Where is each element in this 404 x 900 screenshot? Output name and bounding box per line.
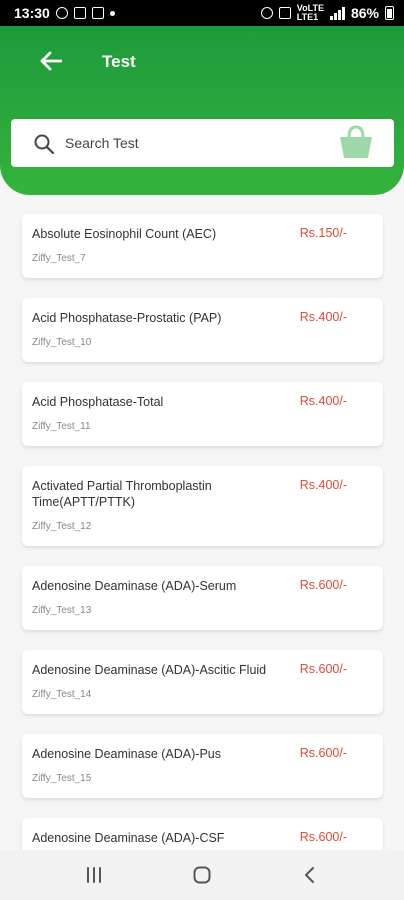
search-bar <box>11 119 394 167</box>
list-item[interactable]: Adenosine Deaminase (ADA)-Ascitic Fluid … <box>22 650 383 714</box>
recent-apps-button[interactable] <box>74 855 114 895</box>
shopping-basket-icon[interactable] <box>336 122 376 162</box>
list-item[interactable]: Acid Phosphatase-Prostatic (PAP) Ziffy_T… <box>22 298 383 362</box>
network-type: VoLTE LTE1 <box>297 4 324 22</box>
test-price: Rs.600/- <box>299 662 347 676</box>
back-chevron-icon <box>305 867 314 883</box>
alarm-icon <box>260 7 273 19</box>
test-name: Activated Partial Thromboplastin Time(AP… <box>32 479 212 509</box>
test-code: Ziffy_Test_11 <box>32 421 91 432</box>
header: Test <box>0 26 404 195</box>
list-item[interactable]: Adenosine Deaminase (ADA)-CSF Rs.600/- <box>22 818 383 850</box>
list-item[interactable]: Adenosine Deaminase (ADA)-Pus Ziffy_Test… <box>22 734 383 798</box>
status-left: 13:30 <box>14 5 115 21</box>
test-price: Rs.600/- <box>299 830 347 844</box>
test-price: Rs.400/- <box>299 394 347 408</box>
test-price: Rs.400/- <box>299 310 347 324</box>
network-label-bottom: LTE1 <box>296 12 319 22</box>
test-code: Ziffy_Test_7 <box>32 253 86 264</box>
test-price: Rs.600/- <box>299 746 347 760</box>
signal-icon <box>329 6 345 20</box>
test-code: Ziffy_Test_13 <box>32 605 92 616</box>
arrow-left-icon <box>40 51 62 71</box>
image-notification-icon <box>73 7 86 19</box>
search-input[interactable] <box>65 131 325 155</box>
status-time: 13:30 <box>14 5 50 21</box>
test-price: Rs.400/- <box>299 478 347 492</box>
test-code: Ziffy_Test_10 <box>32 337 92 348</box>
list-item[interactable]: Adenosine Deaminase (ADA)-Serum Ziffy_Te… <box>22 566 383 630</box>
test-code: Ziffy_Test_12 <box>32 521 92 532</box>
test-code: Ziffy_Test_15 <box>32 773 92 784</box>
search-icon <box>34 134 55 155</box>
test-name: Acid Phosphatase-Total <box>32 395 164 409</box>
test-code: Ziffy_Test_14 <box>32 689 92 700</box>
page-title: Test <box>102 52 136 71</box>
list-item[interactable]: Activated Partial Thromboplastin Time(AP… <box>22 466 383 546</box>
home-icon <box>193 866 211 884</box>
test-name: Adenosine Deaminase (ADA)-Ascitic Fluid <box>32 663 267 677</box>
data-saver-icon <box>55 7 68 19</box>
status-bar: 13:30 VoLTE LTE1 86% <box>0 0 404 26</box>
system-back-button[interactable] <box>290 855 330 895</box>
test-name: Adenosine Deaminase (ADA)-Serum <box>32 579 237 593</box>
back-button[interactable] <box>38 48 64 74</box>
battery-percent: 86% <box>350 5 379 21</box>
list-item[interactable]: Absolute Eosinophil Count (AEC) Ziffy_Te… <box>22 214 383 278</box>
test-name: Acid Phosphatase-Prostatic (PAP) <box>32 311 222 325</box>
battery-icon <box>385 6 394 20</box>
app-notification-icon <box>91 7 104 19</box>
system-nav-bar <box>0 850 404 900</box>
mute-icon <box>278 7 291 19</box>
home-button[interactable] <box>182 855 222 895</box>
test-list: Absolute Eosinophil Count (AEC) Ziffy_Te… <box>0 212 404 850</box>
test-name: Adenosine Deaminase (ADA)-CSF <box>32 831 225 845</box>
more-notifications-icon <box>109 10 115 16</box>
test-price: Rs.600/- <box>299 578 347 592</box>
test-name: Adenosine Deaminase (ADA)-Pus <box>32 747 221 761</box>
recent-apps-icon <box>87 867 101 883</box>
status-right: VoLTE LTE1 86% <box>260 4 394 22</box>
list-item[interactable]: Acid Phosphatase-Total Ziffy_Test_11 Rs.… <box>22 382 383 446</box>
test-price: Rs.150/- <box>299 226 347 240</box>
test-name: Absolute Eosinophil Count (AEC) <box>32 227 217 241</box>
